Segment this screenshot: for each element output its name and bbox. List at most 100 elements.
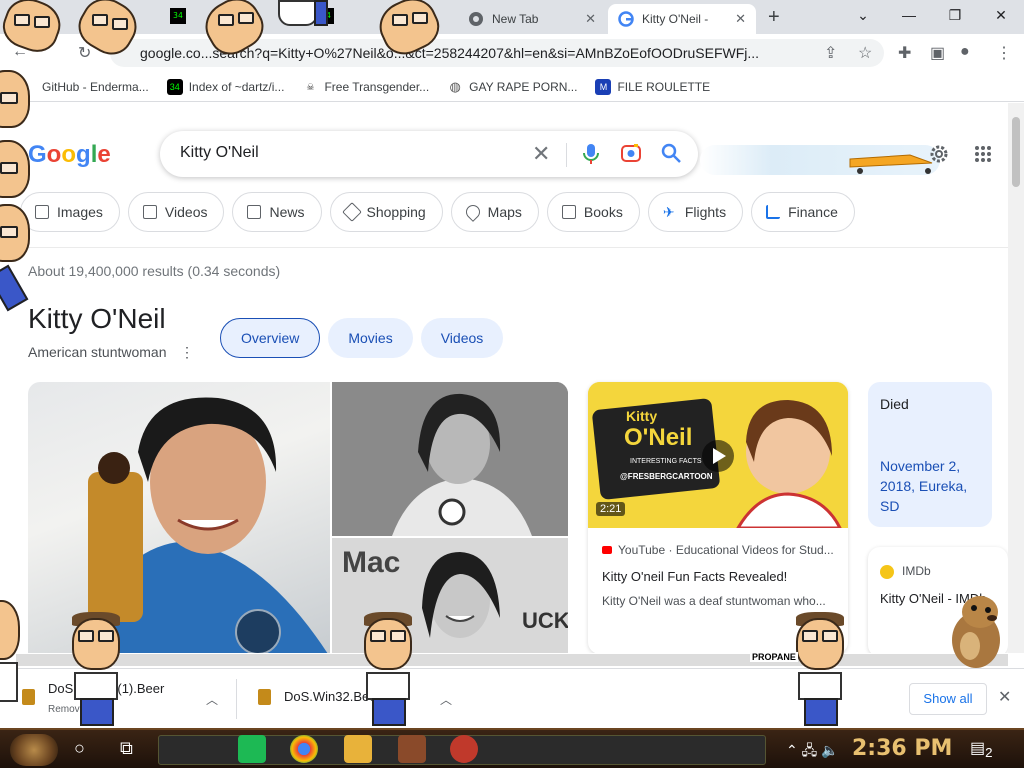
chrome-app-icon[interactable]: [290, 735, 318, 763]
system-tray[interactable]: ⌃ 🖧 🔈: [786, 740, 839, 764]
bookmark-label: GAY RAPE PORN...: [469, 79, 578, 94]
bookmark-label: Free Transgender...: [324, 79, 430, 94]
vertical-scrollbar[interactable]: [1008, 103, 1024, 653]
thumb-handle: @FRESBERGCARTOON: [620, 472, 713, 481]
youtube-icon: [602, 546, 612, 554]
tab-label: Kitty O'Neil -: [642, 12, 709, 26]
died-value: November 2, 2018, Eureka, SD: [880, 458, 968, 514]
close-window-button[interactable]: ✕: [978, 0, 1024, 30]
chip-videos[interactable]: Videos: [127, 192, 225, 232]
close-tab-icon[interactable]: ✕: [585, 11, 596, 27]
google-doodle-logo[interactable]: Google: [28, 141, 111, 169]
extensions-icon[interactable]: ✚: [898, 43, 911, 63]
google-lens-icon[interactable]: [620, 142, 642, 169]
download-item[interactable]: DoS.Win32.Bee... ︿: [236, 669, 466, 729]
bookmark-item[interactable]: 34 Index of ~dartz/i...: [166, 78, 285, 95]
video-thumbnail[interactable]: Kitty O'Neil INTERESTING FACTS @FRESBERG…: [588, 382, 848, 530]
maximize-button[interactable]: ❐: [932, 0, 978, 30]
kp-tab-videos[interactable]: Videos: [420, 318, 504, 358]
minimize-button[interactable]: —: [886, 0, 932, 30]
chip-shopping[interactable]: Shopping: [329, 192, 443, 232]
cartoon-character-overlay: [70, 0, 150, 63]
close-download-bar-icon[interactable]: ✕: [998, 687, 1011, 707]
tab-new-tab[interactable]: New Tab ✕: [458, 4, 606, 34]
kp-tab-overview[interactable]: Overview: [220, 318, 321, 358]
google-apps-icon[interactable]: [974, 145, 992, 168]
app-icon[interactable]: [398, 735, 426, 763]
bookmark-star-icon[interactable]: ☆: [858, 43, 872, 63]
download-bar: DoS.W...32 (1).Beer Remove... ︿ DoS.Win3…: [0, 668, 1024, 728]
cartoon-character-overlay: [270, 0, 340, 30]
bookmark-label: GitHub - Enderma...: [42, 79, 149, 94]
file-explorer-icon[interactable]: [344, 735, 372, 763]
search-box[interactable]: Kitty O'Neil ✕: [160, 131, 698, 177]
bookmark-item[interactable]: ◍ GAY RAPE PORN...: [447, 79, 578, 95]
close-tab-icon[interactable]: ✕: [735, 11, 746, 27]
sheets-app-icon[interactable]: [238, 735, 266, 763]
chip-books[interactable]: Books: [546, 192, 640, 232]
new-tab-button[interactable]: +: [768, 6, 780, 29]
search-filter-chips: Images Videos News Shopping Maps Books ✈…: [20, 192, 863, 232]
tab-strip: 34 34 New Tab ✕ Kitty O'Neil - ✕ + ⌄ — ❐…: [0, 0, 1024, 34]
chip-label: Maps: [487, 204, 522, 220]
kp-tab-movies[interactable]: Movies: [328, 318, 413, 358]
died-fact-card[interactable]: Died November 2, 2018, Eureka, SD: [868, 382, 992, 527]
knowledge-panel-subtitle: American stuntwoman: [28, 344, 167, 360]
app-icon[interactable]: [450, 735, 478, 763]
window-controls: ⌄ — ❐ ✕: [840, 0, 1024, 30]
chip-label: Flights: [684, 204, 727, 220]
imdb-source: IMDb: [902, 564, 931, 578]
kitty-oneil-photo-racing[interactable]: [332, 382, 568, 536]
scrollbar-thumb[interactable]: [1012, 117, 1020, 187]
menu-kebab-icon[interactable]: ⋮: [996, 43, 1012, 63]
terminal-tab-icon[interactable]: 34: [170, 8, 186, 24]
show-all-downloads-button[interactable]: Show all: [909, 683, 987, 715]
cortana-icon[interactable]: ○: [74, 738, 85, 759]
chip-finance[interactable]: Finance: [751, 192, 855, 232]
bookmark-item[interactable]: GitHub - Enderma...: [20, 78, 149, 95]
search-divider: [566, 143, 567, 167]
bookmark-label: FILE ROULETTE: [617, 79, 711, 94]
profile-avatar-icon[interactable]: ●: [960, 43, 970, 61]
cartoon-character-overlay: [0, 0, 70, 60]
chip-maps[interactable]: Maps: [450, 192, 539, 232]
died-label: Died: [880, 396, 909, 412]
chevron-up-icon[interactable]: ︿: [440, 691, 452, 708]
svg-text:UCKS: UCKS: [522, 608, 568, 633]
windows-taskbar: ○ ⧉ ⌃ 🖧 🔈 2:36 PM ▤2: [0, 728, 1024, 768]
chip-flights[interactable]: ✈ Flights: [647, 192, 744, 232]
clear-search-icon[interactable]: ✕: [532, 141, 550, 167]
google-g-icon: [618, 11, 634, 27]
video-source: YouTube · Educational Videos for Stud...: [602, 543, 834, 557]
share-icon[interactable]: ⇪: [824, 43, 837, 63]
notification-center-icon[interactable]: ▤2: [970, 738, 993, 760]
chip-news[interactable]: News: [232, 192, 322, 232]
chip-label: Shopping: [366, 204, 426, 220]
start-button[interactable]: [10, 734, 58, 766]
skull-icon: ☠: [306, 81, 315, 92]
bookmark-label: Index of ~dartz/i...: [188, 79, 285, 94]
settings-gear-icon[interactable]: [928, 143, 950, 170]
chevron-up-icon[interactable]: ︿: [206, 691, 218, 708]
thumb-caption: INTERESTING FACTS: [630, 458, 702, 465]
search-icon[interactable]: [660, 142, 682, 169]
chrome-icon: [468, 11, 484, 27]
knowledge-panel-title: Kitty O'Neil: [28, 303, 166, 334]
google-results-page: Google Kitty O'Neil ✕ Images Videos News…: [0, 103, 1008, 653]
gopher-icon: [952, 596, 1000, 668]
microphone-icon[interactable]: [582, 142, 600, 171]
divider: [0, 247, 1008, 248]
chip-label: Books: [583, 204, 623, 220]
side-panel-icon[interactable]: ▣: [930, 43, 945, 63]
task-view-icon[interactable]: ⧉: [120, 738, 133, 759]
horizontal-scrollbar[interactable]: [16, 654, 1008, 666]
bookmark-item[interactable]: M FILE ROULETTE: [595, 78, 711, 95]
bookmark-item[interactable]: ☠ Free Transgender...: [302, 79, 429, 95]
file-icon: [258, 689, 271, 705]
video-title[interactable]: Kitty O'neil Fun Facts Revealed!: [602, 569, 787, 584]
cartoon-character-overlay: [0, 70, 36, 312]
tab-kitty-oneil[interactable]: Kitty O'Neil - ✕: [608, 4, 756, 34]
taskbar-clock[interactable]: 2:36 PM: [852, 736, 952, 761]
tab-search-icon[interactable]: ⌄: [840, 0, 886, 30]
more-options-icon[interactable]: ⋮: [180, 344, 194, 361]
